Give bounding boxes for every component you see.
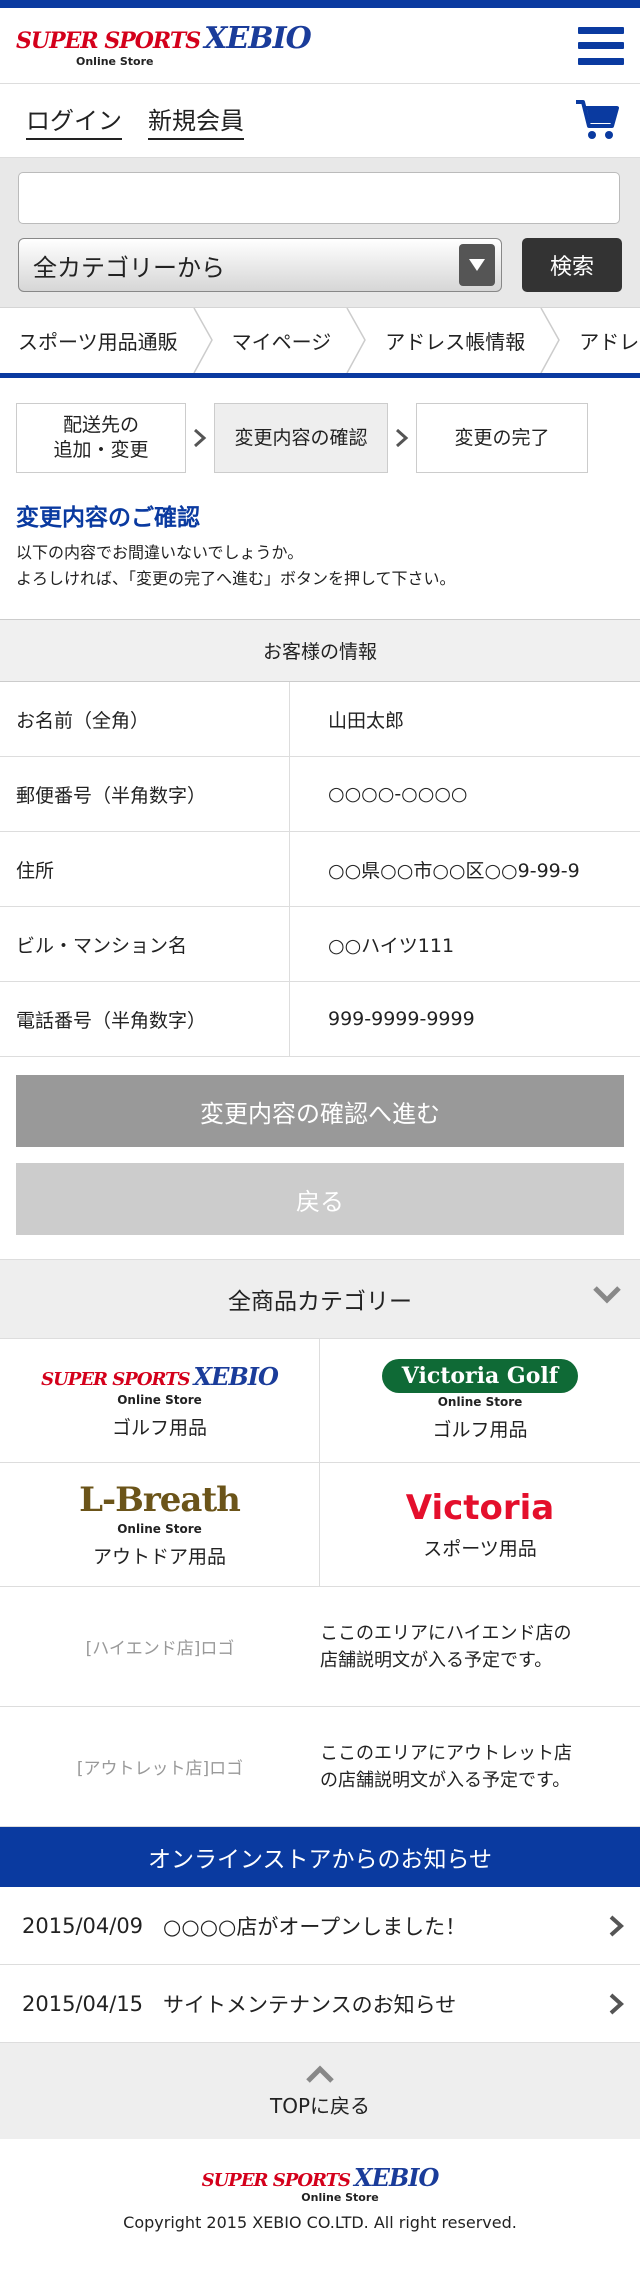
breadcrumb-item-mypage[interactable]: マイページ <box>214 308 368 373</box>
brand-caption: ゴルフ用品 <box>111 1416 207 1439</box>
register-link[interactable]: 新規会員 <box>148 101 244 140</box>
site-footer: SUPER SPORTS XEBIO Online Store Copyrigh… <box>0 2139 640 2259</box>
breadcrumb: スポーツ用品通販 マイページ アドレス帳情報 アドレス帳 <box>0 308 640 378</box>
news-date: 2015/04/09 <box>22 1913 144 1938</box>
login-link[interactable]: ログイン <box>26 101 122 140</box>
back-to-top-label: TOPに戻る <box>269 2093 371 2118</box>
row-label: お名前（全角） <box>0 682 290 757</box>
xebio-logo: SUPER SPORTS XEBIO <box>41 1361 279 1391</box>
table-row: お名前（全角） 山田太郎 <box>0 682 640 758</box>
store-description: ここのエリアにハイエンド店の 店舗説明文が入る予定です。 <box>320 1622 572 1671</box>
step-complete: 変更の完了 <box>416 403 588 473</box>
row-value: 山田太郎 <box>328 709 405 732</box>
chevron-down-icon <box>593 1286 621 1304</box>
brand-caption: アウトドア用品 <box>92 1546 226 1569</box>
customer-info-table: お客様の情報 お名前（全角） 山田太郎 郵便番号（半角数字） ○○○○-○○○○… <box>0 619 640 1058</box>
back-button[interactable]: 戻る <box>16 1163 624 1236</box>
category-select-value: 全カテゴリーから <box>33 253 225 282</box>
dropdown-arrow-icon <box>459 244 495 286</box>
step-confirm: 変更内容の確認 <box>214 403 388 473</box>
customer-info-heading: お客様の情報 <box>0 620 640 683</box>
breadcrumb-separator-icon <box>540 308 561 373</box>
brand-xebio[interactable]: SUPER SPORTS XEBIO Online Store ゴルフ用品 <box>0 1339 320 1464</box>
search-area: 全カテゴリーから 検索 <box>0 158 640 308</box>
account-bar: ログイン 新規会員 <box>0 84 640 158</box>
category-heading: 全商品カテゴリー <box>228 1289 412 1316</box>
intro-text: 以下の内容でお間違いないでしょうか。 よろしければ、「変更の完了へ進む」ボタンを… <box>16 543 456 588</box>
step-add-change: 配送先の 追加・変更 <box>16 403 186 473</box>
menu-icon[interactable] <box>578 26 624 65</box>
row-value: ○○ハイツ111 <box>328 934 455 957</box>
brand-caption: ゴルフ用品 <box>432 1419 528 1442</box>
news-item[interactable]: 2015/04/15 サイトメンテナンスのお知らせ <box>0 1965 640 2044</box>
highend-logo-placeholder: [ハイエンド店]ロゴ <box>85 1639 235 1660</box>
back-to-top-button[interactable]: TOPに戻る <box>0 2043 640 2140</box>
confirm-button[interactable]: 変更内容の確認へ進む <box>16 1075 624 1148</box>
breadcrumb-item-address-book[interactable]: アドレス帳 <box>561 308 640 373</box>
page-title: 変更内容のご確認 <box>16 505 200 531</box>
news-item[interactable]: 2015/04/09 ○○○○店がオープンしました！ <box>0 1887 640 1966</box>
row-value: ○○○○-○○○○ <box>328 783 468 806</box>
cart-icon[interactable] <box>574 98 620 142</box>
store-outlet[interactable]: [アウトレット店]ロゴ ここのエリアにアウトレット店 の店舗説明文が入る予定です。 <box>0 1707 640 1828</box>
breadcrumb-item-shop[interactable]: スポーツ用品通販 <box>0 308 214 373</box>
chevron-right-icon <box>609 1915 624 1937</box>
table-row: 電話番号（半角数字） 999-9999-9999 <box>0 982 640 1058</box>
row-value: 999-9999-9999 <box>328 1008 475 1031</box>
site-header: SUPER SPORTS XEBIO Online Store <box>0 8 640 84</box>
top-accent-bar <box>0 0 640 8</box>
table-row: 住所 ○○県○○市○○区○○9-99-9 <box>0 832 640 908</box>
news-text: ○○○○店がオープンしました！ <box>163 1914 467 1939</box>
brand-l-breath[interactable]: L-Breath Online Store アウトドア用品 <box>0 1463 320 1588</box>
brand-grid: SUPER SPORTS XEBIO Online Store ゴルフ用品 Vi… <box>0 1339 640 1588</box>
search-button[interactable]: 検索 <box>522 238 622 292</box>
row-value: ○○県○○市○○区○○9-99-9 <box>328 859 580 882</box>
logo-xebio-text: XEBIO <box>204 21 312 56</box>
l-breath-logo: L-Breath <box>79 1480 241 1521</box>
breadcrumb-item-address-info[interactable]: アドレス帳情報 <box>367 308 561 373</box>
row-label: 住所 <box>0 832 290 907</box>
brand-caption: スポーツ用品 <box>423 1538 537 1561</box>
logo-super-sports: SUPER SPORTS <box>16 28 201 54</box>
store-description: ここのエリアにアウトレット店 の店舗説明文が入る予定です。 <box>320 1742 572 1791</box>
row-label: ビル・マンション名 <box>0 907 290 982</box>
row-label: 郵便番号（半角数字） <box>0 757 290 832</box>
breadcrumb-separator-icon <box>192 308 213 373</box>
category-accordion[interactable]: 全商品カテゴリー <box>0 1259 640 1340</box>
victoria-golf-logo: Victoria Golf <box>381 1359 579 1394</box>
chevron-right-icon <box>609 1993 624 2015</box>
brand-victoria[interactable]: Victoria スポーツ用品 <box>320 1463 640 1588</box>
breadcrumb-separator-icon <box>346 308 367 373</box>
table-row: ビル・マンション名 ○○ハイツ111 <box>0 907 640 983</box>
category-select[interactable]: 全カテゴリーから <box>18 238 502 292</box>
brand-victoria-golf[interactable]: Victoria Golf Online Store ゴルフ用品 <box>320 1339 640 1464</box>
table-row: 郵便番号（半角数字） ○○○○-○○○○ <box>0 757 640 833</box>
victoria-logo: Victoria <box>405 1488 555 1529</box>
news-heading: オンラインストアからのお知らせ <box>0 1827 640 1888</box>
footer-logo[interactable]: SUPER SPORTS XEBIO Online Store <box>202 2166 440 2204</box>
step-arrow-icon <box>388 428 416 448</box>
logo-online-store: Online Store <box>76 55 154 68</box>
chevron-up-icon <box>306 2065 334 2083</box>
copyright: Copyright 2015 XEBIO CO.LTD. All right r… <box>123 2213 517 2233</box>
news-text: サイトメンテナンスのお知らせ <box>163 1992 457 2017</box>
step-arrow-icon <box>186 428 214 448</box>
site-logo[interactable]: SUPER SPORTS XEBIO Online Store <box>16 21 312 68</box>
news-date: 2015/04/15 <box>22 1991 144 2016</box>
progress-steps: 配送先の 追加・変更 変更内容の確認 変更の完了 <box>0 378 640 474</box>
row-label: 電話番号（半角数字） <box>0 982 290 1057</box>
search-input[interactable] <box>18 172 620 224</box>
store-highend[interactable]: [ハイエンド店]ロゴ ここのエリアにハイエンド店の 店舗説明文が入る予定です。 <box>0 1587 640 1708</box>
outlet-logo-placeholder: [アウトレット店]ロゴ <box>76 1759 244 1780</box>
